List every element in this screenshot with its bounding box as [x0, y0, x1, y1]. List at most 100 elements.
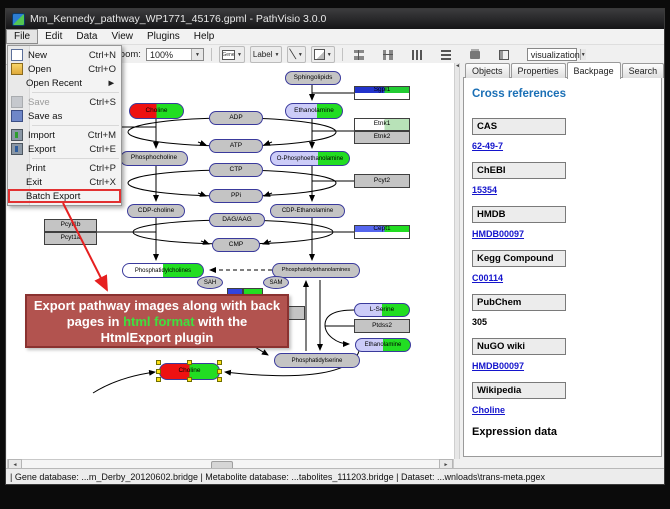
crossref-link[interactable]: 62-49-7	[472, 141, 661, 151]
pathway-node-etnk1[interactable]: Etnk1	[354, 118, 410, 131]
file-menu-item-save[interactable]: SaveCtrl+S	[8, 95, 121, 109]
new-shape-button[interactable]: ▼	[311, 46, 335, 63]
selection-handle[interactable]	[156, 377, 161, 382]
new-line-button[interactable]: ╲ ▼	[287, 46, 305, 63]
crossref-link[interactable]: HMDB00097	[472, 361, 661, 371]
pathway-node-ethanolamine-top[interactable]: Ethanolamine	[285, 103, 343, 119]
pathway-node-gene-partial-gray[interactable]	[287, 306, 305, 320]
distribute-vertical-icon[interactable]	[437, 46, 456, 63]
node-label: Phosphatidylcholines	[135, 268, 191, 274]
file-menu-item-export[interactable]: ExportCtrl+E	[8, 142, 121, 156]
zoom-value: 100%	[150, 50, 173, 60]
selection-handle[interactable]	[217, 369, 222, 374]
pathway-node-dag-aag[interactable]: DAG/AAG	[209, 213, 265, 227]
node-label: Ethanolamine	[365, 342, 402, 348]
pathway-node-ethanolamine-low[interactable]: Ethanolamine	[355, 338, 411, 352]
tab-search[interactable]: Search	[622, 63, 665, 78]
pathway-node-pcyt2[interactable]: Pcyt2	[354, 174, 410, 188]
pathway-node-o-phosphoethanolamine[interactable]: O-Phosphoethanolamine	[270, 151, 350, 166]
file-menu-item-batch-export[interactable]: Batch Export	[8, 189, 121, 203]
pathway-node-sam[interactable]: SAM	[263, 276, 289, 289]
pathway-node-ppi[interactable]: PPi	[209, 189, 263, 203]
new-label-button[interactable]: Label ▼	[250, 46, 283, 63]
visualization-combobox[interactable]: visualization ▼	[527, 48, 577, 61]
selection-handle[interactable]	[156, 360, 161, 365]
chevron-down-icon[interactable]: ▼	[580, 49, 586, 60]
tab-backpage[interactable]: Backpage	[567, 62, 621, 79]
file-menu-item-new[interactable]: NewCtrl+N	[8, 48, 121, 62]
menu-shortcut: Ctrl+N	[89, 50, 116, 61]
crossref-link[interactable]: C00114	[472, 273, 661, 283]
pathway-node-sgpl1[interactable]: Sgpl1	[354, 86, 410, 100]
selection-handle[interactable]	[217, 360, 222, 365]
chevron-down-icon[interactable]: ▼	[191, 49, 203, 60]
menubar-item-data[interactable]: Data	[69, 29, 104, 44]
pathway-node-cdp-ethanolamine[interactable]: CDP-Ethanolamine	[270, 204, 345, 218]
align-center-x-icon[interactable]	[350, 46, 369, 63]
chevron-down-icon[interactable]: ▼	[298, 52, 303, 58]
pathway-node-phosphocholine[interactable]: Phosphocholine	[120, 151, 188, 166]
file-menu-item-open[interactable]: OpenCtrl+O	[8, 62, 121, 76]
node-label: Phosphocholine	[131, 155, 177, 162]
pathway-node-l-serine[interactable]: L-Serine	[354, 303, 410, 317]
node-label: PPi	[231, 193, 241, 200]
pathway-node-sphingolipids[interactable]: Sphingolipids	[285, 71, 341, 85]
side-panel-icon[interactable]	[495, 46, 514, 63]
new-gene-button[interactable]: Gene ▼	[219, 46, 245, 63]
chevron-down-icon[interactable]: ▼	[237, 52, 242, 58]
node-label: Choline	[178, 368, 200, 375]
pathway-node-phosphatidylcholines[interactable]: Phosphatidylcholines	[122, 263, 204, 278]
tab-objects[interactable]: Objects	[465, 63, 510, 78]
new-icon	[11, 49, 23, 61]
distribute-horizontal-icon[interactable]	[408, 46, 427, 63]
selection-handle[interactable]	[187, 377, 192, 382]
selection-handle[interactable]	[187, 360, 192, 365]
menubar-item-file[interactable]: File	[6, 29, 38, 44]
file-menu-item-save-as[interactable]: Save as	[8, 109, 121, 123]
zoom-combobox[interactable]: 100% ▼	[146, 48, 204, 61]
pathway-node-choline-top[interactable]: Choline	[129, 103, 184, 119]
blank-icon	[11, 163, 21, 173]
menubar-item-view[interactable]: View	[104, 29, 140, 44]
pathway-node-ptdss2[interactable]: Ptdss2	[354, 319, 410, 333]
pathway-node-cept1[interactable]: Cept1	[354, 225, 410, 239]
pathway-node-cdp-choline[interactable]: CDP-choline	[127, 204, 185, 218]
menubar-item-plugins[interactable]: Plugins	[140, 29, 187, 44]
menubar-item-help[interactable]: Help	[187, 29, 222, 44]
chevron-down-icon[interactable]: ▼	[327, 52, 332, 58]
selection-handle[interactable]	[156, 369, 161, 374]
pathway-node-sah[interactable]: SAH	[197, 276, 223, 289]
printer-icon[interactable]	[466, 46, 485, 63]
pathway-node-atp[interactable]: ATP	[209, 139, 263, 153]
crossref-section-chebi: ChEBI15354	[472, 162, 661, 195]
file-menu-item-import[interactable]: ImportCtrl+M	[8, 128, 121, 142]
pathway-node-cmp[interactable]: CMP	[212, 238, 260, 252]
cross-references-heading: Cross references	[472, 88, 661, 100]
file-menu-item-open-recent[interactable]: Open Recent►	[8, 76, 121, 90]
pathway-node-pcyt1b[interactable]: Pcyt1b	[44, 219, 97, 232]
file-menu-item-print[interactable]: PrintCtrl+P	[8, 161, 121, 175]
pathway-node-etnk2[interactable]: Etnk2	[354, 131, 410, 144]
node-label: Sphingolipids	[294, 75, 333, 82]
chevron-down-icon[interactable]: ▼	[274, 52, 279, 58]
selection-handle[interactable]	[217, 377, 222, 382]
node-label: ADP	[229, 115, 242, 122]
annotation-highlight: html format	[123, 314, 195, 329]
align-center-y-icon[interactable]	[379, 46, 398, 63]
crossref-link[interactable]: 15354	[472, 185, 661, 195]
pathway-node-phosphatidylserine[interactable]: Phosphatidylserine	[274, 353, 360, 368]
pathway-node-adp[interactable]: ADP	[209, 111, 263, 125]
menubar-item-edit[interactable]: Edit	[38, 29, 69, 44]
pathway-node-phosphatidylethanolamines[interactable]: Phosphatidylethanolamines	[272, 263, 360, 278]
pathway-node-pcyt1a[interactable]: Pcyt1a	[44, 232, 97, 245]
file-menu-item-exit[interactable]: ExitCtrl+X	[8, 175, 121, 189]
crossref-link[interactable]: HMDB00097	[472, 229, 661, 239]
menu-bar: FileEditDataViewPluginsHelp	[6, 29, 664, 45]
pathway-node-ctp[interactable]: CTP	[209, 163, 263, 177]
crossref-section-wikipedia: WikipediaCholine	[472, 382, 661, 415]
crossref-title: PubChem	[472, 294, 566, 311]
label-button-text: Label	[253, 50, 273, 59]
tab-properties[interactable]: Properties	[511, 63, 566, 78]
crossref-link[interactable]: Choline	[472, 405, 661, 415]
node-label: CDP-Ethanolamine	[282, 208, 333, 214]
